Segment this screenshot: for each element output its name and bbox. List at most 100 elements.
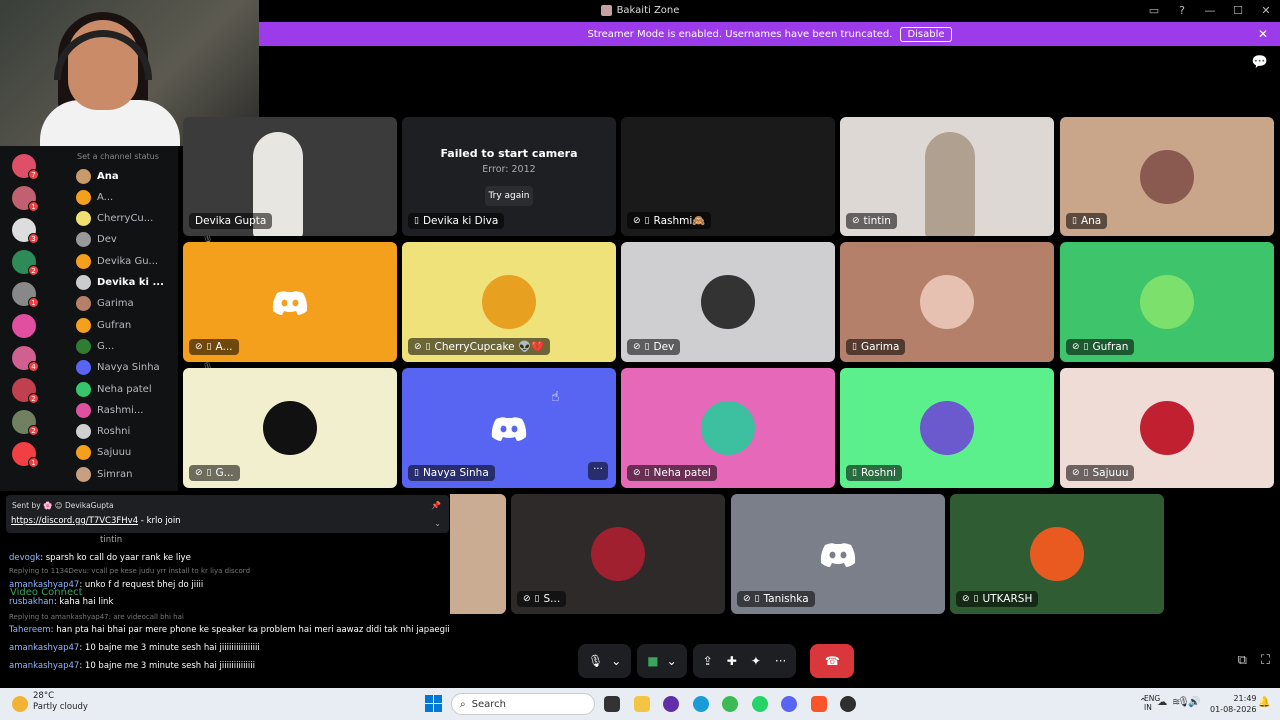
- muted-mic-icon: ⊘: [633, 342, 641, 352]
- chevron-down-icon[interactable]: ⌄: [667, 654, 677, 668]
- video-tile[interactable]: Failed to start camera Error: 2012 Try aga…: [402, 117, 616, 236]
- user-avatar: [701, 275, 755, 329]
- chrome-icon[interactable]: [722, 696, 738, 712]
- soundboard-icon[interactable]: ✦: [751, 654, 761, 668]
- close-button[interactable]: ✕: [1252, 4, 1280, 17]
- disconnect-button[interactable]: ☎: [810, 644, 855, 678]
- video-tile[interactable]: ▯ Roshni: [840, 368, 1054, 488]
- camera-button[interactable]: ■ ⌄: [637, 644, 687, 678]
- video-tile[interactable]: ⊘ ▯ Gufran: [1060, 242, 1274, 362]
- unread-badge: 2: [28, 265, 39, 276]
- server-icon[interactable]: 7: [12, 154, 39, 180]
- video-tile[interactable]: ⊘ ▯ Rashmi🙈: [621, 117, 835, 236]
- avatar: [76, 424, 91, 440]
- member-name: Sajuuu: [97, 447, 132, 459]
- camera-feed: [925, 132, 975, 236]
- unread-badge: 4: [28, 361, 39, 372]
- muted-mic-icon: ⊘: [633, 468, 641, 478]
- video-tile[interactable]: ⊘ ▯ Sajuuu: [1060, 368, 1274, 488]
- avatar: [76, 317, 91, 333]
- server-icon[interactable]: 2: [12, 378, 39, 404]
- taskbar-search[interactable]: ⌕ Search: [451, 693, 595, 715]
- video-tile[interactable]: ▯ Navya Sinha ···: [402, 368, 616, 488]
- screen-share-icon[interactable]: ⇪: [703, 654, 713, 668]
- participant-name: Navya Sinha: [422, 467, 489, 479]
- network-volume[interactable]: ≋ 🔊: [1172, 697, 1201, 708]
- minimize-button[interactable]: —: [1196, 4, 1224, 17]
- pop-out-icon[interactable]: ⧉: [1238, 653, 1247, 668]
- unread-badge: 3: [28, 233, 39, 244]
- chevron-down-icon[interactable]: ⌄: [434, 519, 441, 528]
- disable-button[interactable]: Disable: [900, 26, 952, 42]
- try-again-button[interactable]: Try again: [485, 186, 533, 206]
- more-icon[interactable]: ···: [775, 654, 786, 668]
- chevron-down-icon[interactable]: ⌄: [611, 654, 621, 668]
- avatar: [76, 466, 91, 482]
- pinned-sender: Sent by 🌸 😊 DevikaGupta: [12, 501, 114, 510]
- chat-text: : 10 bajne me 3 minute sesh hai jiiiiiii…: [79, 661, 255, 671]
- language-indicator[interactable]: ENG IN: [1144, 694, 1160, 712]
- video-tile[interactable]: ⊘ tintin: [840, 117, 1054, 236]
- video-tile[interactable]: ⊘ ▯ UTKARSH: [950, 494, 1164, 614]
- muted-mic-icon: ⊘: [523, 594, 531, 604]
- participant-label: ▯ Roshni: [846, 465, 902, 481]
- server-icon[interactable]: 4: [12, 346, 39, 372]
- whatsapp-icon[interactable]: [752, 696, 768, 712]
- video-tile[interactable]: Devika Gupta: [183, 117, 397, 236]
- video-tile[interactable]: ⊘ ▯ Dev: [621, 242, 835, 362]
- invite-link[interactable]: https://discord.gg/T7VC3FHv4: [11, 516, 138, 526]
- tile-more-button[interactable]: ···: [588, 462, 608, 480]
- member-name: Ana: [97, 170, 119, 182]
- mobile-icon: ▯: [644, 342, 650, 352]
- video-tile[interactable]: ⊘ ▯ Tanishka: [731, 494, 945, 614]
- server-icon[interactable]: 3: [12, 218, 39, 244]
- weather-widget[interactable]: 28°C Partly cloudy: [33, 691, 88, 713]
- activities-icon[interactable]: ✚: [727, 654, 737, 668]
- chat-text: : 10 bajne me 3 minute sesh hai jiiiiiii…: [79, 643, 260, 653]
- muted-mic-icon: ⊘: [414, 341, 422, 352]
- server-icon[interactable]: 2: [12, 250, 39, 276]
- inbox-icon[interactable]: ▭: [1140, 4, 1168, 17]
- server-icon[interactable]: 1: [12, 442, 39, 468]
- discord-icon[interactable]: [781, 696, 797, 712]
- member-name: Devika ki ...: [97, 277, 164, 288]
- file-explorer-icon[interactable]: [634, 696, 650, 712]
- participant-label: ⊘ tintin: [846, 213, 897, 229]
- video-tile[interactable]: ▯ Garima: [840, 242, 1054, 362]
- voice-connected-label: Video Connect: [10, 587, 83, 598]
- fullscreen-icon[interactable]: ⛶: [1261, 653, 1270, 668]
- participant-label: ⊘ ▯ A...: [189, 339, 239, 355]
- stream-chat-overlay: Sent by 🌸 😊 DevikaGupta https://discord.…: [0, 491, 450, 720]
- maximize-button[interactable]: ☐: [1224, 4, 1252, 17]
- mobile-icon: ▯: [414, 216, 419, 226]
- obs-icon[interactable]: [840, 696, 856, 712]
- server-icon[interactable]: [12, 314, 36, 338]
- server-icon[interactable]: 1: [12, 186, 39, 212]
- mute-button[interactable]: 🎙 ⌄: [578, 644, 632, 678]
- task-view-icon[interactable]: [604, 696, 620, 712]
- participant-name: Devika Gupta: [195, 215, 267, 227]
- help-icon[interactable]: ?: [1168, 4, 1196, 17]
- store-icon[interactable]: [663, 696, 679, 712]
- chat-text: : unko f d request bhej do jiiii: [79, 580, 204, 590]
- brave-icon[interactable]: [811, 696, 827, 712]
- server-icon[interactable]: 2: [12, 410, 39, 436]
- video-tile[interactable]: ⊘ ▯ S...: [511, 494, 725, 614]
- server-icon[interactable]: 1: [12, 282, 39, 308]
- clock[interactable]: 21:49 01-08-2026: [1210, 693, 1257, 715]
- edge-icon[interactable]: [693, 696, 709, 712]
- video-tile[interactable]: ▯ Ana: [1060, 117, 1274, 236]
- server-icon: [600, 5, 612, 16]
- video-tile[interactable]: ⊘ ▯ A...: [183, 242, 397, 362]
- mobile-icon: ▯: [534, 594, 540, 604]
- video-tile[interactable]: ⊘ ▯ G...: [183, 368, 397, 488]
- video-tile[interactable]: ⊘ ▯ Neha patel: [621, 368, 835, 488]
- notification-icon[interactable]: 🔔: [1258, 697, 1270, 708]
- chat-icon[interactable]: 💬: [1252, 55, 1268, 70]
- video-tile[interactable]: ⊘ ▯ CherryCupcake 👽💔: [402, 242, 616, 362]
- close-icon[interactable]: ✕: [1258, 27, 1268, 41]
- camera-icon: ■: [647, 654, 659, 668]
- windows-start-icon[interactable]: [425, 695, 442, 712]
- channel-status[interactable]: Set a channel status: [77, 152, 159, 161]
- participant-label: ⊘ ▯ G...: [189, 465, 240, 481]
